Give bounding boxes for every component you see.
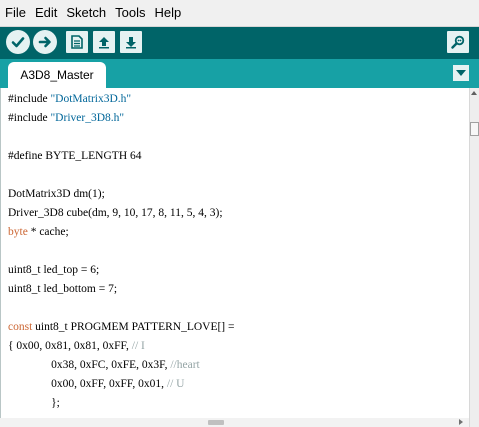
open-button[interactable]: [93, 31, 115, 53]
code-line: #include "Driver_3D8.h": [8, 112, 125, 124]
verify-button[interactable]: [6, 30, 30, 54]
menu-sketch[interactable]: Sketch: [61, 0, 110, 26]
chevron-down-icon: [456, 70, 466, 76]
code-line: const uint8_t PROGMEM PATTERN_LOVE[] =: [8, 321, 235, 333]
toolbar: [0, 27, 479, 59]
vertical-scrollbar[interactable]: [469, 88, 479, 427]
code-editor[interactable]: #include "DotMatrix3D.h" #include "Drive…: [0, 88, 469, 427]
serial-monitor-button[interactable]: [447, 31, 469, 53]
new-icon: [71, 35, 83, 49]
tab-a3d8-master[interactable]: A3D8_Master: [8, 62, 106, 88]
code-line: #include "DotMatrix3D.h": [8, 93, 132, 105]
save-button[interactable]: [120, 31, 142, 53]
tab-menu-button[interactable]: [453, 65, 469, 81]
code-line: DotMatrix3D dm(1);: [8, 188, 105, 200]
code-line: { 0x00, 0x81, 0x81, 0xFF, // I: [8, 340, 145, 352]
code-line: };: [8, 397, 60, 409]
code-line: byte * cache;: [8, 226, 69, 238]
horizontal-scroll-thumb[interactable]: [208, 420, 224, 425]
menu-bar: File Edit Sketch Tools Help: [0, 0, 479, 27]
code-line: uint8_t led_bottom = 7;: [8, 283, 118, 295]
menu-edit[interactable]: Edit: [30, 0, 61, 26]
open-icon: [99, 37, 109, 49]
code-line: 0x00, 0xFF, 0xFF, 0x01, // U: [8, 378, 185, 390]
save-icon: [126, 37, 136, 49]
code-line: uint8_t led_top = 6;: [8, 264, 100, 276]
code-line: #define BYTE_LENGTH 64: [8, 150, 142, 162]
scroll-right-arrow-icon[interactable]: [459, 419, 463, 425]
scroll-up-arrow-icon[interactable]: [471, 91, 477, 95]
menu-tools[interactable]: Tools: [110, 0, 149, 26]
tab-strip: A3D8_Master: [0, 59, 479, 88]
serial-monitor-icon: [451, 35, 465, 49]
verify-icon: [11, 37, 25, 48]
code-line: 0x38, 0xFC, 0xFE, 0x3F, //heart: [8, 359, 200, 371]
upload-button[interactable]: [33, 30, 57, 54]
menu-file[interactable]: File: [0, 0, 30, 26]
vertical-scroll-thumb[interactable]: [470, 122, 479, 136]
menu-help[interactable]: Help: [149, 0, 185, 26]
upload-icon: [38, 36, 51, 48]
new-button[interactable]: [66, 31, 88, 53]
code-line: Driver_3D8 cube(dm, 9, 10, 17, 8, 11, 5,…: [8, 207, 223, 219]
horizontal-scrollbar[interactable]: [0, 418, 469, 427]
